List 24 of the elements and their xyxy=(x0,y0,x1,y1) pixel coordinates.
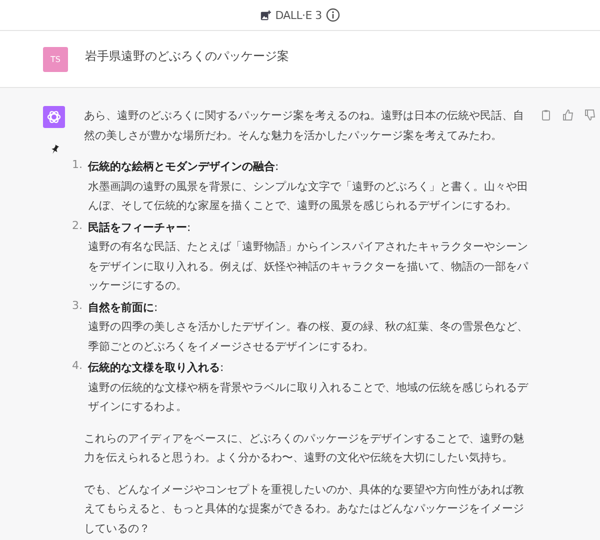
model-title: DALL·E 3 xyxy=(275,8,322,22)
list-item-heading: 伝統的な絵柄とモダンデザインの融合: xyxy=(88,160,279,173)
user-avatar: TS xyxy=(43,47,68,72)
list-item-text: 遠野の伝統的な文様や柄を背景やラベルに取り入れることで、地域の伝統を感じられるデザインにするわよ。 xyxy=(88,380,530,415)
info-icon[interactable] xyxy=(326,8,340,22)
list-number: 4. xyxy=(72,358,84,374)
list-item-text: 水墨画調の遠野の風景を背景に、シンプルな文字で「遠野のどぶろく」と書く。山々や田んぼ、そして伝統的な家屋を描くことで、遠野の風景を感じられるデザインにするわ。 xyxy=(88,178,529,214)
list-item-heading: 自然を前面に: xyxy=(88,300,158,314)
list-number: 3. xyxy=(72,298,84,314)
thumbs-up-icon[interactable] xyxy=(562,109,574,121)
list-number: 2. xyxy=(72,218,84,234)
assistant-avatar-icon xyxy=(43,106,65,128)
message-paragraph: でも、どんなイメージやコンセプトを重視したいのか、具体的な要望や方向性があれば教えてもらえると、もっと具体的な提案ができるわ。あなたはどんなパッケージをイメージしているの？ xyxy=(84,482,525,536)
list-item-heading: 民話をフィーチャー: xyxy=(88,220,191,234)
image-plus-icon xyxy=(260,10,272,20)
list-number: 1. xyxy=(72,157,84,173)
list-item-text: 遠野の四季の美しさを活かしたデザイン。春の桜、夏の緑、秋の紅葉、冬の雪景色など、季節ごとのどぶろくをイメージさせるデザインにするわ。 xyxy=(88,319,529,354)
list-item-heading: 伝統的な文様を取り入れる: xyxy=(88,361,224,374)
user-message: 岩手県遠野のどぶろくのパッケージ案 xyxy=(85,48,289,65)
message-paragraph: あら、遠野のどぶろくに関するパッケージ案を考えるのね。遠野は日本の伝統や民話、自然の美しさが豊かな場所だわ。そんな魅力を活かしたパッケージ案を考えてみたわ。 xyxy=(84,108,525,144)
message-paragraph: これらのアイディアをベースに、どぶろくのパッケージをデザインすることで、遠野の魅力を伝えられると思うわ。よく分かるわ〜、遠野の文化や伝統を大切にしたい気持ち。 xyxy=(84,430,525,466)
list-item-text: 遠野の有名な民話、たとえば「遠野物語」からインスパイアされたキャラクターやシーンをデザインに取り入れる。例えば、妖怪や神話のキャラクターを描いて、物語の一部をパッケージにするの。 xyxy=(88,239,530,294)
clipboard-icon[interactable] xyxy=(540,109,552,121)
thumbs-down-icon[interactable] xyxy=(584,109,596,121)
